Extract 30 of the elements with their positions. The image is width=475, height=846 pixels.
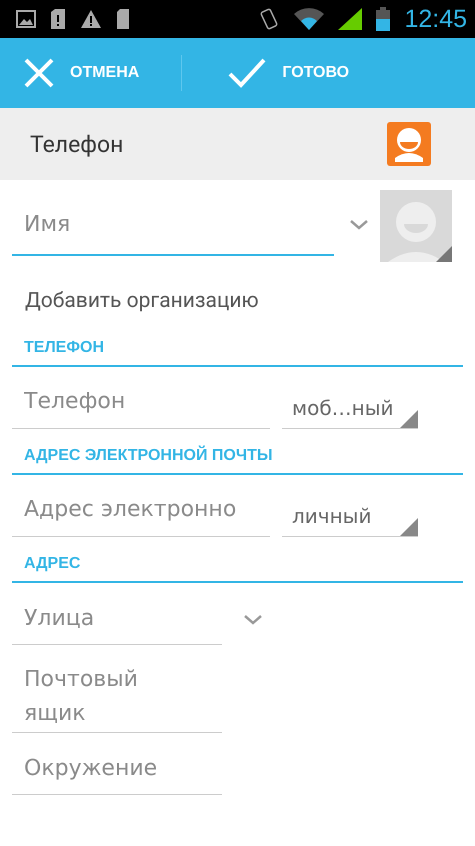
type-dropdown[interactable]: личный bbox=[282, 475, 418, 537]
type-dropdown[interactable]: моб…ный bbox=[282, 367, 418, 429]
section-header: ТЕЛЕФОН bbox=[12, 321, 463, 367]
contact-icon bbox=[387, 122, 431, 166]
input-field[interactable]: Адрес электронно bbox=[12, 475, 270, 537]
checkmark-icon bbox=[228, 58, 266, 88]
chevron-down-icon[interactable] bbox=[348, 218, 370, 232]
chevron-down-icon[interactable] bbox=[242, 613, 264, 627]
wifi-icon bbox=[294, 8, 324, 30]
warning-icon bbox=[80, 9, 102, 29]
add-organization-link[interactable]: Добавить организацию bbox=[0, 265, 475, 321]
corner-triangle-icon bbox=[400, 410, 418, 428]
input-field[interactable]: Телефон bbox=[12, 367, 270, 429]
vibrate-icon bbox=[258, 7, 280, 31]
corner-triangle-icon bbox=[400, 518, 418, 536]
contact-photo[interactable] bbox=[380, 190, 452, 262]
input-field[interactable]: Почтовый ящик bbox=[12, 645, 222, 733]
input-field[interactable]: Улица bbox=[12, 583, 222, 645]
section-header: АДРЕС ЭЛЕКТРОННОЙ ПОЧТЫ bbox=[12, 429, 463, 475]
picture-icon bbox=[16, 10, 36, 28]
sd-card-icon bbox=[116, 9, 130, 29]
clock-time: 12:45 bbox=[404, 4, 467, 34]
battery-icon bbox=[376, 7, 390, 31]
sd-card-alert-icon bbox=[50, 9, 66, 29]
input-field[interactable]: Окружение bbox=[12, 733, 222, 795]
close-icon bbox=[24, 58, 54, 88]
section-header: АДРЕС bbox=[12, 537, 463, 583]
account-title: Телефон bbox=[30, 130, 124, 158]
signal-icon bbox=[338, 8, 362, 30]
name-field[interactable]: Имя bbox=[12, 190, 334, 256]
